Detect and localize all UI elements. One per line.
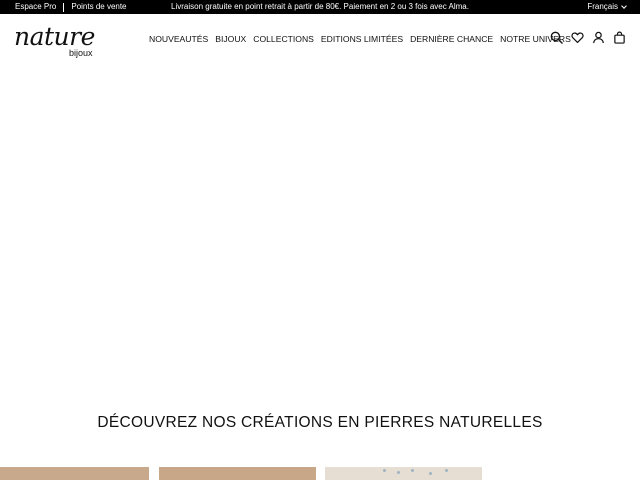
site-header: nature bijoux NOUVEAUTÉS BIJOUX COLLECTI… bbox=[0, 14, 640, 64]
collection-thumbnail[interactable] bbox=[0, 467, 149, 480]
collection-thumbnails bbox=[0, 467, 640, 480]
chevron-down-icon bbox=[621, 2, 627, 9]
heart-icon[interactable] bbox=[571, 31, 584, 44]
thumbnail-detail bbox=[445, 469, 448, 472]
logo[interactable]: nature bijoux bbox=[14, 22, 98, 64]
logo-wordmark: nature bbox=[14, 22, 95, 51]
search-icon[interactable] bbox=[550, 31, 563, 44]
bag-icon[interactable] bbox=[613, 31, 626, 44]
promo-message: Livraison gratuite en point retrait à pa… bbox=[171, 2, 469, 11]
nav-item-bijoux[interactable]: BIJOUX bbox=[215, 34, 246, 44]
nav-item-nouveautes[interactable]: NOUVEAUTÉS bbox=[149, 34, 208, 44]
top-bar: Espace Pro Points de vente Livraison gra… bbox=[0, 0, 640, 14]
account-icon[interactable] bbox=[592, 31, 605, 44]
header-icons bbox=[550, 31, 626, 44]
hero-banner bbox=[0, 64, 640, 394]
logo-subtitle: bijoux bbox=[69, 48, 93, 58]
nav-item-collections[interactable]: COLLECTIONS bbox=[253, 34, 314, 44]
thumbnail-detail bbox=[383, 469, 386, 472]
thumbnail-detail bbox=[411, 469, 414, 472]
thumbnail-detail bbox=[429, 472, 432, 475]
collection-thumbnail[interactable] bbox=[325, 467, 482, 480]
nav-item-derniere-chance[interactable]: DERNIÈRE CHANCE bbox=[410, 34, 493, 44]
language-label: Français bbox=[587, 2, 618, 11]
section-title: DÉCOUVREZ NOS CRÉATIONS EN PIERRES NATUR… bbox=[97, 414, 543, 431]
collection-thumbnail[interactable] bbox=[159, 467, 316, 480]
language-selector[interactable]: Français bbox=[587, 0, 627, 14]
nav-item-editions-limitees[interactable]: EDITIONS LIMITÉES bbox=[321, 34, 403, 44]
main-nav: NOUVEAUTÉS BIJOUX COLLECTIONS EDITIONS L… bbox=[149, 14, 571, 64]
thumbnail-detail bbox=[397, 471, 400, 474]
